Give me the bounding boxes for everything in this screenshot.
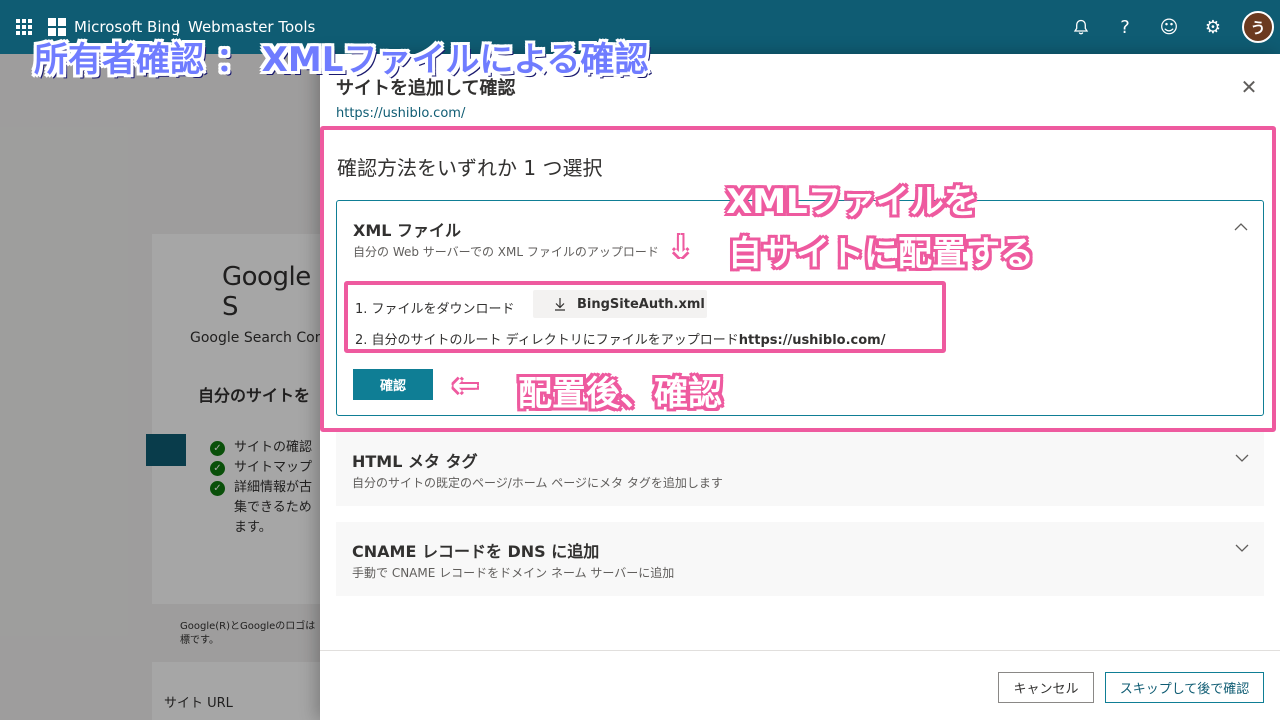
footer-divider <box>320 650 1280 651</box>
arrow-left-icon: ← <box>452 366 479 404</box>
site-url: https://ushiblo.com/ <box>336 106 466 121</box>
main-caption: 所有者確認 ： XMLファイルによる確認 <box>34 40 649 80</box>
method-description: 自分のサイトの既定のページ/ホーム ページにメタ タグを追加します <box>352 476 723 490</box>
method-html-meta-tag[interactable]: HTML メタ タグ 自分のサイトの既定のページ/ホーム ページにメタ タグを追… <box>336 432 1264 506</box>
app-launcher-icon[interactable] <box>16 19 32 35</box>
arrow-down-icon: ↓ <box>668 230 694 265</box>
gear-icon[interactable]: ⚙ <box>1200 14 1226 40</box>
avatar[interactable]: う <box>1242 11 1274 43</box>
help-icon[interactable]: ? <box>1112 14 1138 40</box>
highlight-box-steps <box>344 281 946 353</box>
feedback-smiley-icon[interactable]: ☺ <box>1156 14 1182 40</box>
after-caption: 配置後、確認 <box>518 374 722 414</box>
method-description: 手動で CNAME レコードをドメイン ネーム サーバーに追加 <box>352 566 675 580</box>
chevron-down-icon[interactable] <box>1234 450 1250 466</box>
method-title: CNAME レコードを DNS に追加 <box>352 542 600 561</box>
method-cname-dns[interactable]: CNAME レコードを DNS に追加 手動で CNAME レコードをドメイン … <box>336 522 1264 596</box>
xml-caption-line1: XMLファイルを <box>726 182 978 222</box>
xml-caption-line2: 自サイトに配置する <box>728 234 1034 274</box>
cancel-button[interactable]: キャンセル <box>998 672 1094 703</box>
method-title: HTML メタ タグ <box>352 452 478 471</box>
bell-icon[interactable] <box>1068 14 1094 40</box>
chevron-down-icon[interactable] <box>1234 540 1250 556</box>
skip-verify-later-button[interactable]: スキップして後で確認 <box>1105 672 1264 703</box>
close-icon[interactable]: ✕ <box>1238 75 1260 99</box>
